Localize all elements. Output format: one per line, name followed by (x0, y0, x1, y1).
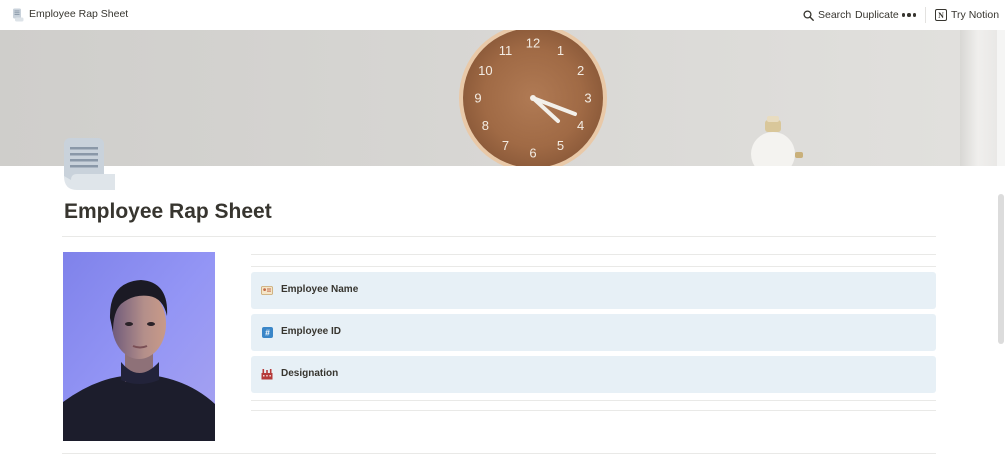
clock-numeral: 2 (577, 63, 584, 78)
duplicate-button[interactable]: Duplicate (855, 9, 899, 21)
svg-text:#: # (265, 327, 270, 337)
clock-numeral: 6 (529, 146, 536, 161)
hash-icon: # (261, 326, 273, 338)
page-title[interactable]: Employee Rap Sheet (64, 200, 272, 224)
search-button[interactable]: Search (803, 9, 851, 21)
factory-icon (261, 368, 273, 380)
try-notion-label: Try Notion (951, 9, 1000, 21)
property-divider (251, 266, 936, 267)
more-dot (907, 13, 911, 17)
property-divider (251, 410, 936, 411)
clock-numeral: 8 (482, 118, 489, 133)
more-horizontal-icon (901, 13, 906, 17)
breadcrumb-page-title[interactable]: Employee Rap Sheet (29, 8, 128, 20)
clock-numeral: 1 (557, 43, 564, 58)
property-label: Employee ID (281, 326, 342, 337)
more-options-button[interactable] (901, 8, 917, 22)
property-designation[interactable]: Designation (251, 356, 936, 393)
clock-numeral: 3 (584, 91, 591, 106)
property-employee-id[interactable]: # Employee ID (251, 314, 936, 351)
clock-numeral: 12 (526, 36, 540, 51)
clock-numeral: 9 (474, 91, 481, 106)
scroll-strip (997, 30, 1005, 166)
topbar-divider (925, 7, 926, 23)
clock-numeral: 10 (478, 63, 492, 78)
bottom-divider (62, 453, 936, 454)
employee-photo (63, 252, 215, 441)
property-label: Designation (281, 368, 339, 379)
title-divider (62, 236, 936, 237)
cover-image[interactable]: 12 1 2 3 4 5 6 7 8 9 10 11 (0, 30, 1005, 166)
more-dot (912, 13, 917, 17)
try-notion-button[interactable]: N Try Notion (935, 9, 999, 21)
property-divider (251, 254, 936, 255)
clock-numeral: 5 (557, 138, 564, 153)
search-label: Search (818, 9, 852, 21)
clock-numeral: 4 (577, 118, 584, 133)
scrollbar-thumb[interactable] (998, 194, 1004, 344)
lamp-illustration (751, 116, 803, 166)
clock-numeral: 7 (502, 138, 509, 153)
notion-logo-icon: N (935, 9, 947, 21)
search-icon (803, 9, 814, 21)
duplicate-label: Duplicate (855, 9, 899, 21)
scrollbar[interactable] (997, 166, 1005, 455)
clock-numeral: 11 (499, 43, 513, 58)
property-divider (251, 400, 936, 401)
scroll-icon[interactable] (63, 138, 117, 190)
id-card-icon (261, 284, 273, 296)
scroll-icon (12, 8, 24, 22)
property-label: Employee Name (281, 284, 359, 295)
property-employee-name[interactable]: Employee Name (251, 272, 936, 309)
top-bar: Employee Rap Sheet Search Duplicate N Tr… (0, 0, 1005, 30)
clock-illustration: 12 1234567891011 (459, 30, 607, 166)
